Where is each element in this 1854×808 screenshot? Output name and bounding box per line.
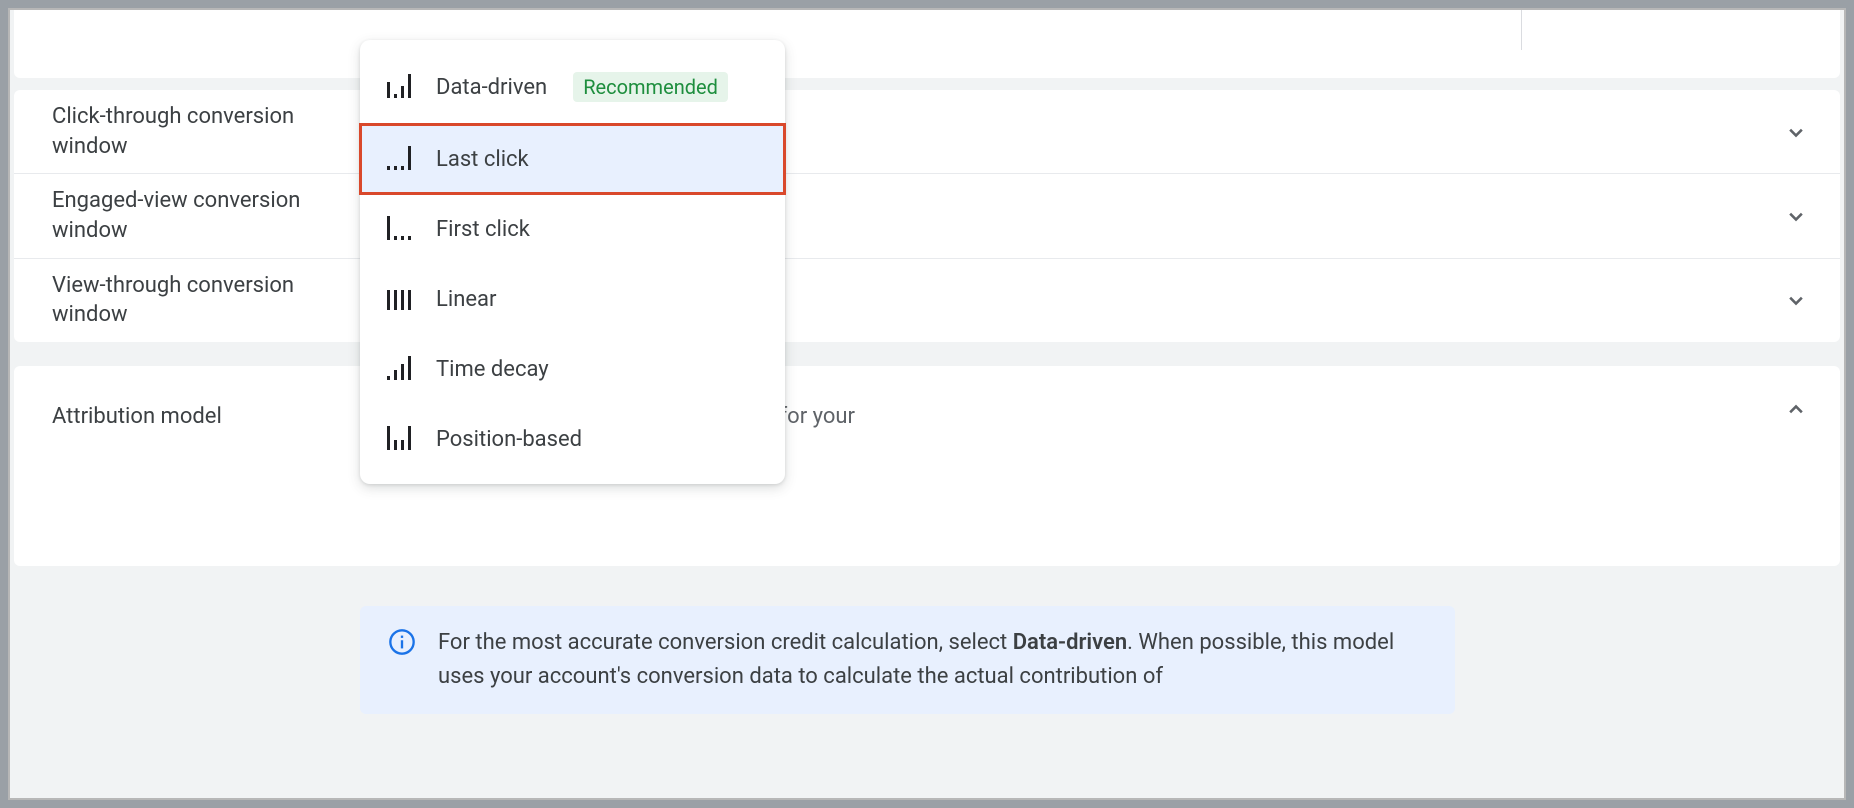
chevron-down-icon (1782, 202, 1810, 230)
vertical-divider (1521, 8, 1522, 50)
setting-row-view-through[interactable]: View-through conversion window (14, 259, 1840, 342)
setting-row-engaged-view[interactable]: Engaged-view conversion window (14, 174, 1840, 258)
dropdown-item-last-click[interactable]: Last click (360, 124, 785, 194)
dropdown-item-label: Linear (436, 287, 496, 312)
first-click-icon (386, 216, 416, 242)
dropdown-item-position-based[interactable]: Position-based (360, 404, 785, 474)
dropdown-item-label: Position-based (436, 427, 582, 452)
chevron-down-icon (1782, 118, 1810, 146)
recommended-badge: Recommended (573, 72, 728, 102)
info-text-bold: Data-driven (1013, 630, 1127, 655)
chevron-down-icon (1782, 286, 1810, 314)
info-banner: For the most accurate conversion credit … (360, 606, 1455, 714)
attribution-model-dropdown[interactable]: Data-driven Recommended Last click (360, 40, 785, 484)
dropdown-item-label: First click (436, 217, 530, 242)
dropdown-item-label: Time decay (436, 357, 549, 382)
chevron-up-icon[interactable] (1782, 396, 1810, 424)
linear-icon (386, 286, 416, 312)
settings-list: Click-through conversion window Engaged-… (14, 90, 1840, 342)
setting-label: Click-through conversion window (52, 102, 342, 161)
info-icon (388, 626, 416, 656)
dropdown-item-time-decay[interactable]: Time decay (360, 334, 785, 404)
info-text: For the most accurate conversion credit … (438, 626, 1427, 694)
setting-label: View-through conversion window (52, 271, 342, 330)
setting-row-click-through[interactable]: Click-through conversion window (14, 90, 1840, 174)
attribution-model-card: Attribution model w much credit each ad … (14, 366, 1840, 566)
dropdown-item-label: Last click (436, 147, 529, 172)
last-click-icon (386, 146, 416, 172)
top-panel (14, 10, 1840, 78)
setting-label: Engaged-view conversion window (52, 186, 342, 245)
dropdown-item-first-click[interactable]: First click (360, 194, 785, 264)
time-decay-icon (386, 356, 416, 382)
data-driven-icon (386, 74, 416, 100)
dropdown-item-data-driven[interactable]: Data-driven Recommended (360, 50, 785, 124)
position-based-icon (386, 426, 416, 452)
dropdown-item-linear[interactable]: Linear (360, 264, 785, 334)
dropdown-item-label: Data-driven (436, 75, 547, 100)
app-viewport: Click-through conversion window Engaged-… (8, 8, 1846, 800)
attribution-title: Attribution model (52, 396, 372, 429)
info-text-prefix: For the most accurate conversion credit … (438, 630, 1013, 655)
